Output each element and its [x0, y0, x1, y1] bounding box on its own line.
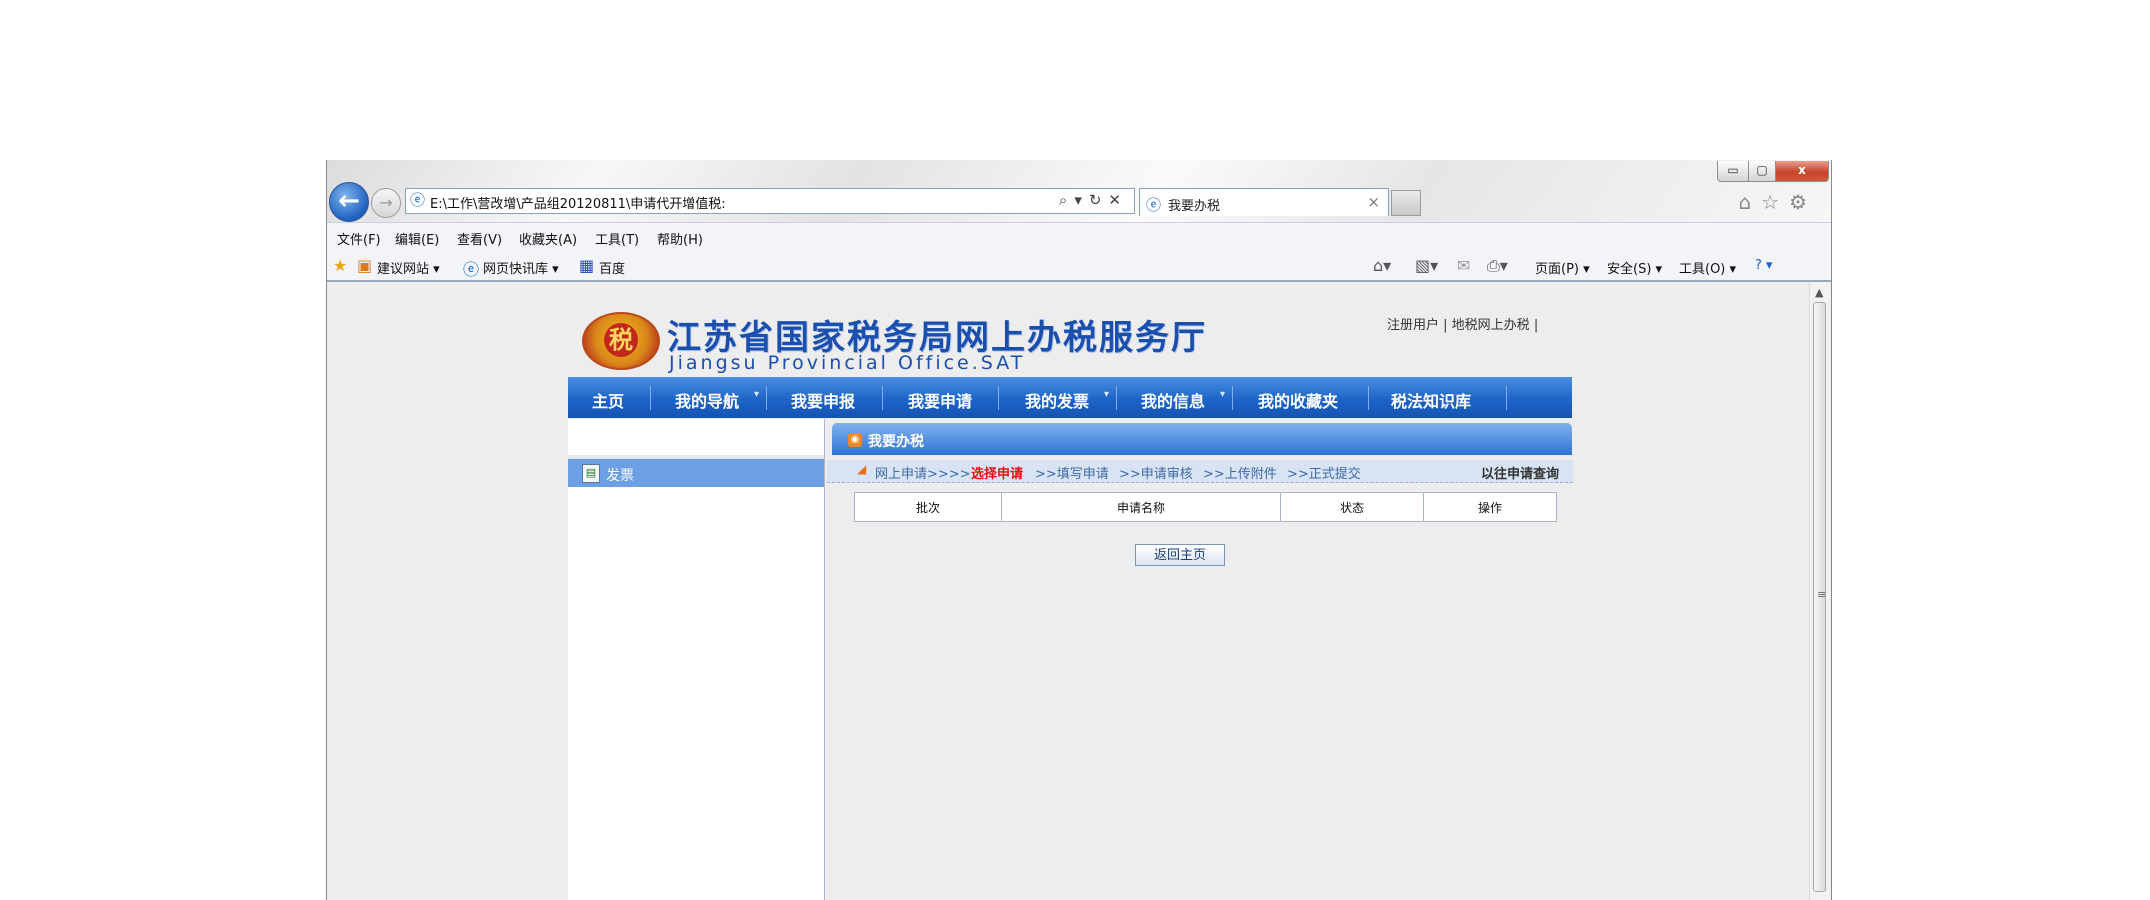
invoice-icon: ▤ [582, 464, 600, 483]
new-tab-button[interactable] [1391, 190, 1421, 216]
fav-suggested-sites[interactable]: 建议网站 ▾ [377, 258, 440, 277]
step-submit: >>正式提交 [1287, 467, 1361, 482]
ie-page-icon: ⓔ [1146, 196, 1162, 214]
forward-button[interactable]: → [371, 188, 401, 218]
history-query-link[interactable]: 以往申请查询 [1481, 463, 1559, 482]
menu-tools[interactable]: 工具(T) [595, 229, 639, 248]
title-bar: ▭ ▢ x ← → ⓔ E:\工作\营改增\产品组20120811\申请代开增值… [327, 160, 1831, 222]
home-star-gear-icons[interactable]: ⌂☆⚙ [1738, 190, 1817, 214]
register-link[interactable]: 注册用户 [1387, 318, 1439, 333]
menu-help[interactable]: 帮助(H) [657, 229, 703, 248]
maximize-button[interactable]: ▢ [1748, 161, 1776, 182]
address-bar[interactable]: ⓔ E:\工作\营改增\产品组20120811\申请代开增值税: ⌕▾↻✕ [405, 188, 1135, 214]
link-divider: | [1443, 318, 1452, 333]
col-application-name: 申请名称 [1001, 492, 1281, 522]
nav-separator [650, 386, 651, 410]
nav-separator [766, 386, 767, 410]
panel-header: ◉ 我要办税 [832, 423, 1572, 455]
nav-separator [1116, 386, 1117, 410]
col-status: 状态 [1280, 492, 1424, 522]
page-content: 税 江苏省国家税务局网上办税服务厅 Jiangsu Provincial Off… [327, 282, 1809, 900]
sidebar: ▤ 发票 [568, 419, 825, 900]
cmd-tools[interactable]: 工具(O) ▾ [1679, 258, 1736, 277]
bullet-icon: ◢ [857, 462, 867, 476]
fav-web-slice-gallery[interactable]: 网页快讯库 ▾ [483, 258, 559, 277]
nav-apply[interactable]: 我要申请 [908, 388, 972, 412]
logo-char: 税 [604, 323, 638, 357]
browser-window: ▭ ▢ x ← → ⓔ E:\工作\营改增\产品组20120811\申请代开增值… [326, 160, 1832, 900]
nav-my-navigation[interactable]: 我的导航 [675, 388, 739, 412]
nav-separator [882, 386, 883, 410]
menu-edit[interactable]: 编辑(E) [395, 229, 439, 248]
chevron-down-icon: ▾ [754, 389, 760, 400]
scrollbar-thumb[interactable]: ≡ [1813, 302, 1826, 892]
cmd-page[interactable]: 页面(P) ▾ [1535, 258, 1590, 277]
tax-emblem-logo: 税 [582, 312, 660, 370]
home-icon[interactable]: ⌂▾ [1373, 256, 1391, 275]
scroll-up-arrow-icon[interactable]: ▲ [1815, 286, 1823, 299]
nav-tax-law-kb[interactable]: 税法知识库 [1391, 388, 1471, 412]
step-fill: >>填写申请 [1035, 467, 1109, 482]
application-table: 批次 申请名称 状态 操作 [854, 492, 1557, 522]
main-nav: 主页 我的导航 ▾ 我要申报 我要申请 我的发票 ▾ 我的信息 ▾ 我的收藏夹 … [568, 377, 1572, 418]
nav-my-info[interactable]: 我的信息 [1141, 388, 1205, 412]
page-icon: ⓔ [410, 191, 426, 209]
menu-view[interactable]: 查看(V) [457, 229, 502, 248]
nav-declare[interactable]: 我要申报 [791, 388, 855, 412]
print-icon[interactable]: ⎙▾ [1487, 256, 1508, 276]
sidebar-item-label: 发票 [606, 468, 634, 484]
nav-my-favorites[interactable]: 我的收藏夹 [1258, 388, 1338, 412]
step-bar: ◢ 网上申请>>>> 选择申请 >>填写申请 >>申请审核 >>上传附件 >>正… [827, 460, 1573, 483]
back-home-button[interactable]: 返回主页 [1135, 544, 1225, 566]
sidebar-item-invoice[interactable]: ▤ 发票 [568, 459, 824, 487]
tab-close-icon[interactable]: × [1367, 193, 1380, 211]
step-review: >>申请审核 [1119, 467, 1193, 482]
nav-home[interactable]: 主页 [592, 388, 624, 412]
site-subtitle: Jiangsu Provincial Office.SAT [669, 352, 1026, 374]
nav-separator [1368, 386, 1369, 410]
fav-baidu[interactable]: 百度 [599, 258, 625, 277]
menu-file[interactable]: 文件(F) [337, 229, 381, 248]
close-window-button[interactable]: x [1775, 161, 1829, 182]
nav-separator [1506, 386, 1507, 410]
nav-separator [998, 386, 999, 410]
top-links: 注册用户 | 地税网上办税 | [1387, 314, 1538, 333]
vertical-scrollbar[interactable]: ▲ ≡ [1809, 282, 1830, 900]
local-tax-link[interactable]: 地税网上办税 [1452, 318, 1530, 333]
cmd-safety[interactable]: 安全(S) ▾ [1607, 258, 1662, 277]
chevron-down-icon: ▾ [1220, 389, 1226, 400]
menu-favorites[interactable]: 收藏夹(A) [519, 229, 577, 248]
step-upload: >>上传附件 [1203, 467, 1277, 482]
mail-icon[interactable]: ✉ [1457, 256, 1470, 275]
link-divider: | [1533, 318, 1539, 333]
address-text[interactable]: E:\工作\营改增\产品组20120811\申请代开增值税: [430, 193, 1020, 212]
table-header-row: 批次 申请名称 状态 操作 [854, 492, 1557, 522]
menu-bar: 文件(F) 编辑(E) 查看(V) 收藏夹(A) 工具(T) 帮助(H) [327, 222, 1831, 251]
tab-title: 我要办税 [1168, 199, 1221, 214]
favorites-bar: ★ ▣ 建议网站 ▾ ⓔ 网页快讯库 ▾ ▦ 百度 ⌂▾ ▧▾ ✉ ⎙▾ 页面(… [327, 250, 1831, 282]
back-button[interactable]: ← [329, 182, 369, 222]
col-batch: 批次 [854, 492, 1002, 522]
panel-title: 我要办税 [868, 434, 924, 450]
favorites-star-icon[interactable]: ★ [333, 256, 347, 275]
nav-my-invoice[interactable]: 我的发票 [1025, 388, 1089, 412]
nav-separator [1232, 386, 1233, 410]
scroll-grip-icon: ≡ [1817, 588, 1827, 601]
chevron-down-icon: ▾ [1104, 389, 1110, 400]
minimize-button[interactable]: ▭ [1717, 161, 1749, 182]
web-slice-icon: ⓔ [463, 260, 480, 279]
address-actions[interactable]: ⌕▾↻✕ [1059, 191, 1128, 209]
tab-active[interactable]: ⓔ 我要办税 × [1139, 188, 1389, 216]
step-prefix: 网上申请>>>> [875, 467, 971, 482]
step-current: 选择申请 [971, 467, 1024, 482]
rss-icon: ◉ [848, 433, 862, 447]
baidu-icon: ▦ [579, 256, 595, 275]
cmd-help[interactable]: ? ▾ [1755, 258, 1773, 273]
suggested-sites-icon: ▣ [357, 256, 373, 275]
feeds-icon[interactable]: ▧▾ [1415, 256, 1438, 275]
col-actions: 操作 [1423, 492, 1557, 522]
